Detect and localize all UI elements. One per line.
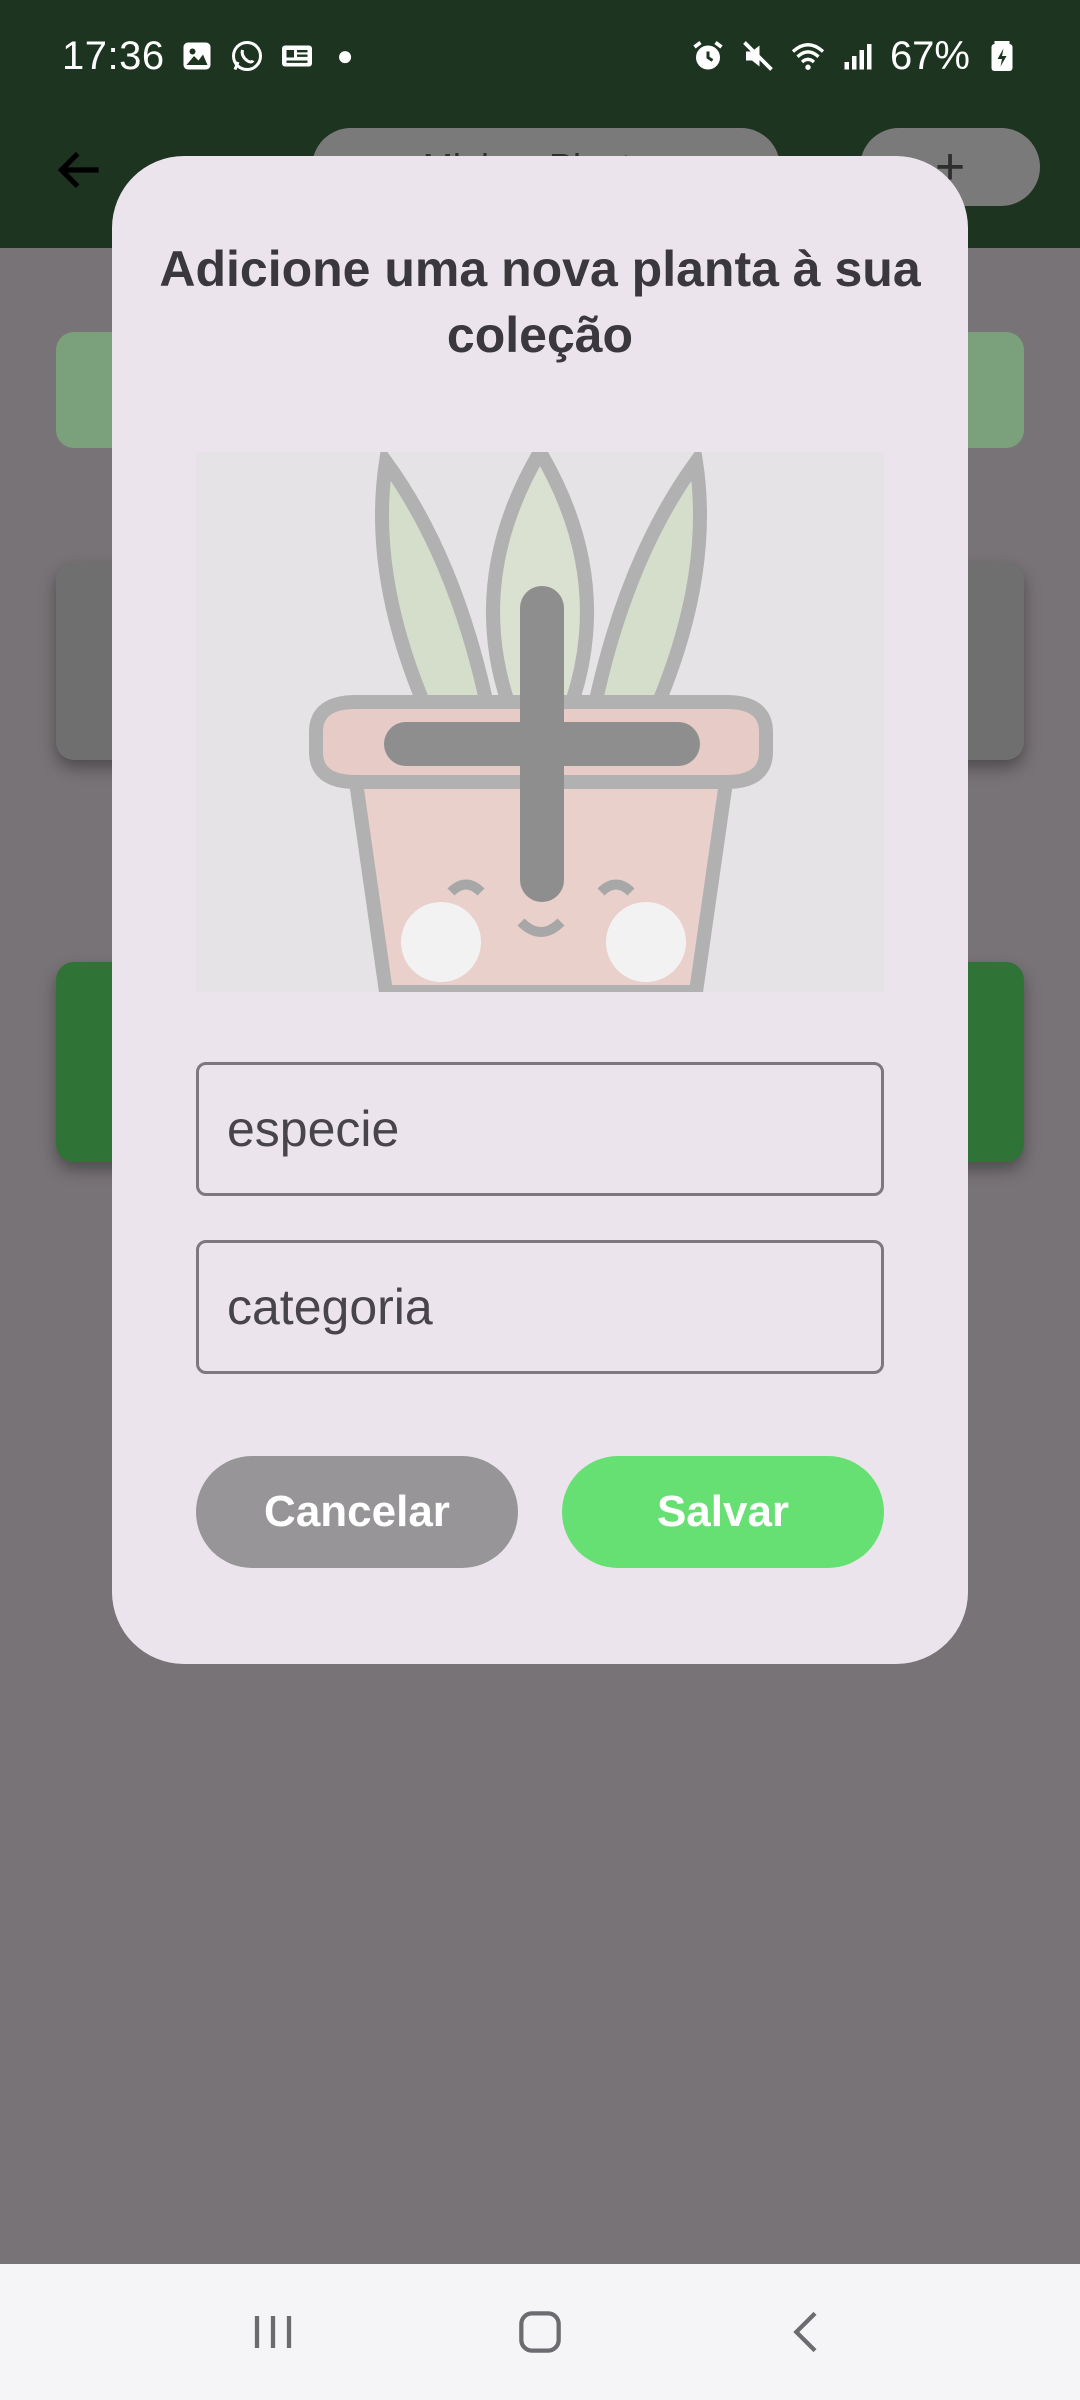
system-nav-bar: [0, 2264, 1080, 2400]
alarm-icon: [690, 38, 726, 74]
status-bar: 17:36 ● 67%: [0, 0, 1080, 112]
dialog-title: Adicione uma nova planta à sua coleção: [159, 241, 921, 363]
news-icon: [279, 38, 315, 74]
add-plant-dialog: Adicione uma nova planta à sua coleção e…: [112, 156, 968, 1664]
especie-field[interactable]: [196, 1062, 884, 1196]
wifi-icon: [790, 38, 826, 74]
notification-dot: ●: [336, 40, 354, 71]
save-button[interactable]: Salvar: [562, 1456, 884, 1568]
status-time: 17:36: [62, 33, 165, 78]
gallery-icon: [179, 38, 215, 74]
whatsapp-icon: [229, 38, 265, 74]
back-arrow-icon[interactable]: [52, 142, 108, 198]
battery-icon: [984, 38, 1020, 74]
categoria-field[interactable]: [196, 1240, 884, 1374]
status-left: 17:36 ●: [62, 34, 354, 79]
battery-percent: 67%: [889, 33, 970, 78]
back-icon[interactable]: [767, 2292, 847, 2372]
home-icon[interactable]: [500, 2292, 580, 2372]
cancel-button[interactable]: Cancelar: [196, 1456, 518, 1568]
signal-icon: [840, 38, 876, 74]
plant-image-picker[interactable]: [196, 452, 884, 992]
status-right: 67%: [690, 34, 1020, 79]
mute-icon: [740, 38, 776, 74]
recents-icon[interactable]: [233, 2292, 313, 2372]
add-icon: [384, 586, 700, 902]
